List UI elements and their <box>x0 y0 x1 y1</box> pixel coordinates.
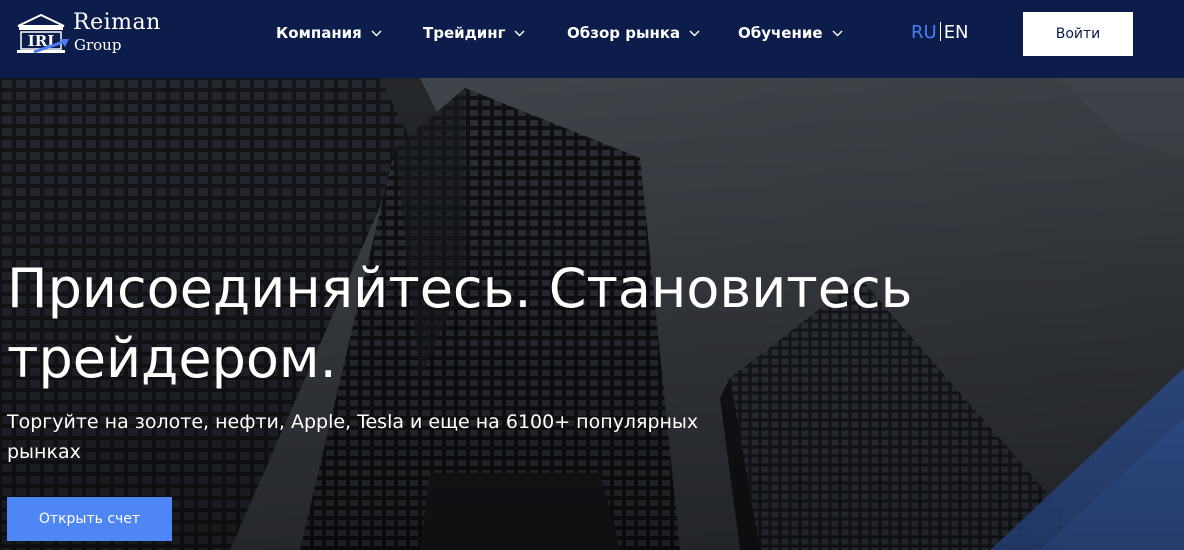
nav-education[interactable]: Обучение <box>738 22 843 44</box>
hero-title: Присоединяйтесь. Становитесь трейдером. <box>7 257 913 390</box>
nav-education-label: Обучение <box>738 24 823 42</box>
nav-trading[interactable]: Трейдинг <box>423 22 525 44</box>
nav-company[interactable]: Компания <box>276 22 382 44</box>
open-account-button[interactable]: Открыть счет <box>7 497 172 541</box>
nav-trading-label: Трейдинг <box>423 24 506 42</box>
logo-bank-icon: IRI <box>17 14 69 54</box>
lang-en-link[interactable]: EN <box>944 22 969 43</box>
logo-subtitle: Group <box>74 36 122 54</box>
chevron-down-icon <box>689 30 700 36</box>
nav-market-review-label: Обзор рынка <box>567 24 681 42</box>
nav-market-review[interactable]: Обзор рынка <box>567 22 700 44</box>
logo-name: Reiman <box>73 10 161 35</box>
nav-company-label: Компания <box>276 24 362 42</box>
chevron-down-icon <box>371 30 382 36</box>
lang-divider <box>939 22 941 41</box>
language-switcher: RU EN <box>911 22 969 43</box>
lang-ru-link[interactable]: RU <box>911 22 937 43</box>
hero-section: Присоединяйтесь. Становитесь трейдером. … <box>0 78 1184 550</box>
chevron-down-icon <box>514 30 525 36</box>
chevron-down-icon <box>832 30 843 36</box>
login-button[interactable]: Войти <box>1023 12 1133 56</box>
top-navbar: IRI Reiman Group Компания Трейдинг Обзор… <box>0 0 1184 78</box>
hero-subtitle: Торгуйте на золоте, нефти, Apple, Tesla … <box>7 411 699 463</box>
